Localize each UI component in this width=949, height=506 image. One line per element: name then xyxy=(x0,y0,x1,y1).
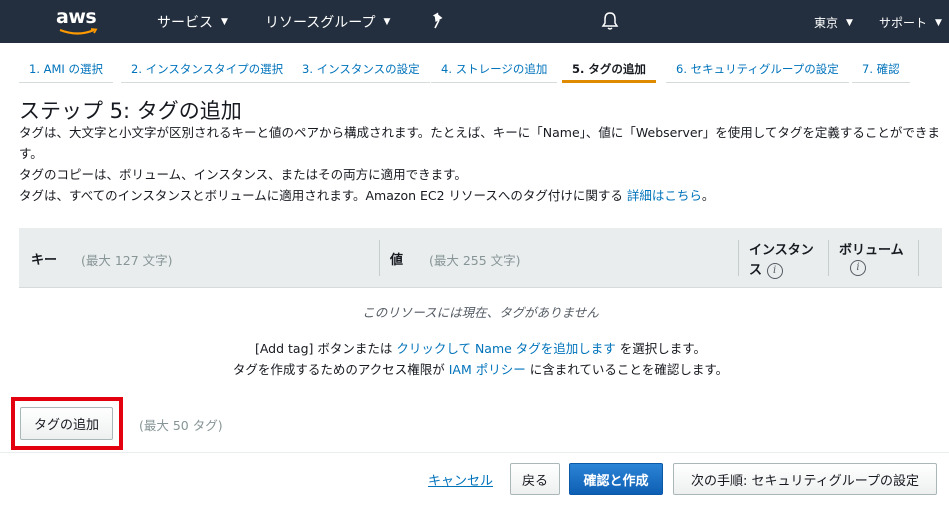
column-divider xyxy=(379,240,380,276)
aws-logo-text: aws xyxy=(56,6,97,28)
step-security-group[interactable]: 6. セキュリティグループの設定 xyxy=(666,56,849,83)
step-instance-config[interactable]: 3. インスタンスの設定 xyxy=(292,56,430,83)
cancel-link[interactable]: キャンセル xyxy=(428,470,493,489)
instance-column-header: インスタン xyxy=(749,243,814,258)
help-line: タグを作成するためのアクセス権限が IAM ポリシー に含まれていることを確認し… xyxy=(19,359,942,378)
column-divider xyxy=(828,240,829,276)
add-name-tag-link[interactable]: クリックして Name タグを追加します xyxy=(396,341,615,356)
chevron-down-icon: ▼ xyxy=(221,17,228,27)
info-icon[interactable]: i xyxy=(766,262,783,279)
iam-policy-link[interactable]: IAM ポリシー xyxy=(449,362,526,377)
description-line: タグは、すべてのインスタンスとボリュームに適用されます。Amazon EC2 リ… xyxy=(19,187,714,205)
footer-divider xyxy=(0,452,949,453)
back-button[interactable]: 戻る xyxy=(510,463,560,495)
add-tag-hint: (最大 50 タグ) xyxy=(139,418,223,433)
step-add-tags[interactable]: 5. タグの追加 xyxy=(562,56,656,83)
aws-smile-icon xyxy=(59,28,98,35)
resource-groups-menu[interactable]: リソースグループ ▼ xyxy=(265,12,390,32)
bell-icon[interactable] xyxy=(601,11,619,31)
description-line: す。 xyxy=(19,146,43,161)
page-title: ステップ 5: タグの追加 xyxy=(19,99,242,123)
step-review[interactable]: 7. 確認 xyxy=(852,56,910,83)
chevron-down-icon: ▼ xyxy=(846,17,853,28)
learn-more-link[interactable]: 詳細はこちら xyxy=(627,188,702,203)
step-ami[interactable]: 1. AMI の選択 xyxy=(19,56,113,83)
step-instance-type[interactable]: 2. インスタンスタイプの選択 xyxy=(121,56,294,83)
help-text: タグを作成するためのアクセス権限が xyxy=(232,362,449,377)
instance-header-text: ス xyxy=(749,263,763,278)
value-column-hint: (最大 255 文字) xyxy=(429,253,521,268)
instance-column-header-cont: ス i xyxy=(749,259,783,279)
volume-column-header: ボリューム xyxy=(839,243,904,258)
help-text: [Add tag] ボタンまたは xyxy=(254,341,397,356)
chevron-down-icon: ▼ xyxy=(383,17,391,27)
chevron-down-icon: ▼ xyxy=(935,17,942,28)
top-nav: aws サービス ▼ リソースグループ ▼ 東京 ▼ サポート ▼ xyxy=(0,0,949,43)
support-label: サポート xyxy=(879,16,928,30)
resource-groups-label: リソースグループ xyxy=(265,15,376,31)
column-divider xyxy=(918,240,919,276)
review-and-launch-button[interactable]: 確認と作成 xyxy=(569,463,663,495)
value-column-header: 値 xyxy=(390,253,404,268)
support-menu[interactable]: サポート ▼ xyxy=(879,14,942,31)
key-column-hint: (最大 127 文字) xyxy=(81,253,173,268)
info-icon[interactable]: i xyxy=(850,260,866,276)
region-menu[interactable]: 東京 ▼ xyxy=(814,14,853,31)
help-line: [Add tag] ボタンまたは クリックして Name タグを追加します を選… xyxy=(19,338,942,357)
empty-tags-message: このリソースには現在、タグがありません xyxy=(362,305,599,320)
tag-table-header: キー (最大 127 文字) 値 (最大 255 文字) インスタン ス i ボ… xyxy=(19,228,942,288)
pin-icon[interactable] xyxy=(431,12,447,30)
description-line: タグは、大文字と小文字が区別されるキーと値のペアから構成されます。たとえば、キー… xyxy=(19,125,940,140)
aws-logo[interactable]: aws xyxy=(52,6,108,36)
column-divider xyxy=(738,240,739,276)
region-label: 東京 xyxy=(814,16,839,30)
description-text: タグは、すべてのインスタンスとボリュームに適用されます。Amazon EC2 リ… xyxy=(19,188,627,203)
services-menu[interactable]: サービス ▼ xyxy=(157,12,228,32)
services-label: サービス xyxy=(157,15,213,31)
wizard-steps: 1. AMI の選択 2. インスタンスタイプの選択 3. インスタンスの設定 … xyxy=(19,56,941,84)
step-storage[interactable]: 4. ストレージの追加 xyxy=(431,56,558,83)
help-text: に含まれていることを確認します。 xyxy=(525,362,729,377)
key-column-header: キー xyxy=(31,253,58,268)
description-line: タグのコピーは、ボリューム、インスタンス、またはその両方に適用できます。 xyxy=(19,167,467,182)
add-tag-button[interactable]: タグの追加 xyxy=(20,407,113,440)
description-end: 。 xyxy=(701,188,715,203)
next-security-group-button[interactable]: 次の手順: セキュリティグループの設定 xyxy=(673,463,937,495)
help-text: を選択します。 xyxy=(615,341,707,356)
